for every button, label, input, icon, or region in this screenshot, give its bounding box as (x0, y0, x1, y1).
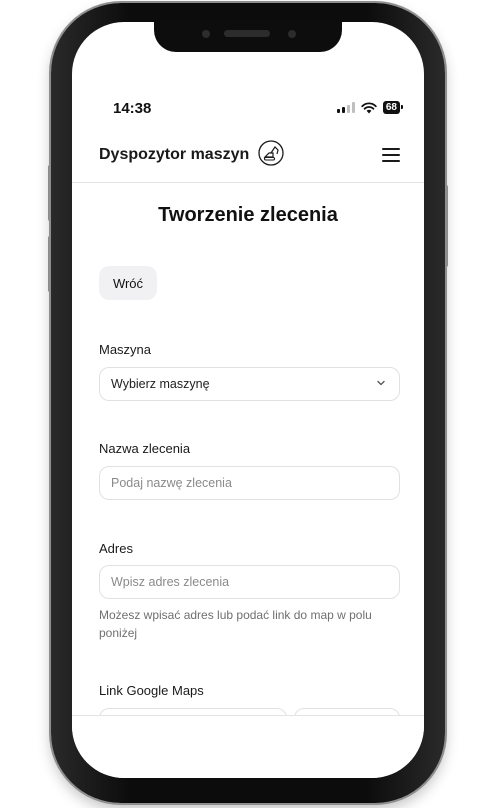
status-time: 14:38 (113, 100, 152, 117)
battery-icon: 68 (382, 101, 404, 114)
sensor-dot (202, 30, 210, 38)
bottom-bar (72, 715, 424, 778)
speaker-grille (224, 30, 270, 37)
excavator-icon (258, 140, 284, 166)
cellular-signal-icon (336, 102, 355, 113)
order-name-placeholder: Podaj nazwę zlecenia (111, 476, 232, 490)
notch (154, 22, 342, 52)
app-title: Dyspozytor maszyn (99, 146, 250, 163)
page-title: Tworzenie zlecenia (158, 204, 338, 226)
order-name-input[interactable]: Podaj nazwę zlecenia (99, 466, 400, 500)
back-button[interactable]: Wróć (99, 266, 157, 300)
address-label: Adres (99, 541, 133, 556)
machine-select[interactable]: Wybierz maszynę (99, 367, 400, 401)
machine-select-value: Wybierz maszynę (111, 377, 210, 391)
chevron-down-icon (377, 380, 385, 386)
app-header: Dyspozytor maszyn (72, 134, 424, 183)
order-name-label: Nazwa zlecenia (99, 441, 191, 456)
hamburger-icon[interactable] (382, 148, 400, 162)
wifi-icon (361, 101, 377, 113)
machine-label: Maszyna (99, 342, 152, 357)
camera-dot (288, 30, 296, 38)
maps-link-label: Link Google Maps (99, 683, 204, 698)
address-input[interactable]: Wpisz adres zlecenia (99, 565, 400, 599)
phone-screen: 14:38 68 Dyspozytor maszyn Tworzenie zle… (72, 22, 424, 778)
address-help-text: Możesz wpisać adres lub podać link do ma… (99, 608, 372, 640)
address-placeholder: Wpisz adres zlecenia (111, 575, 230, 589)
status-icons: 68 (336, 101, 404, 114)
